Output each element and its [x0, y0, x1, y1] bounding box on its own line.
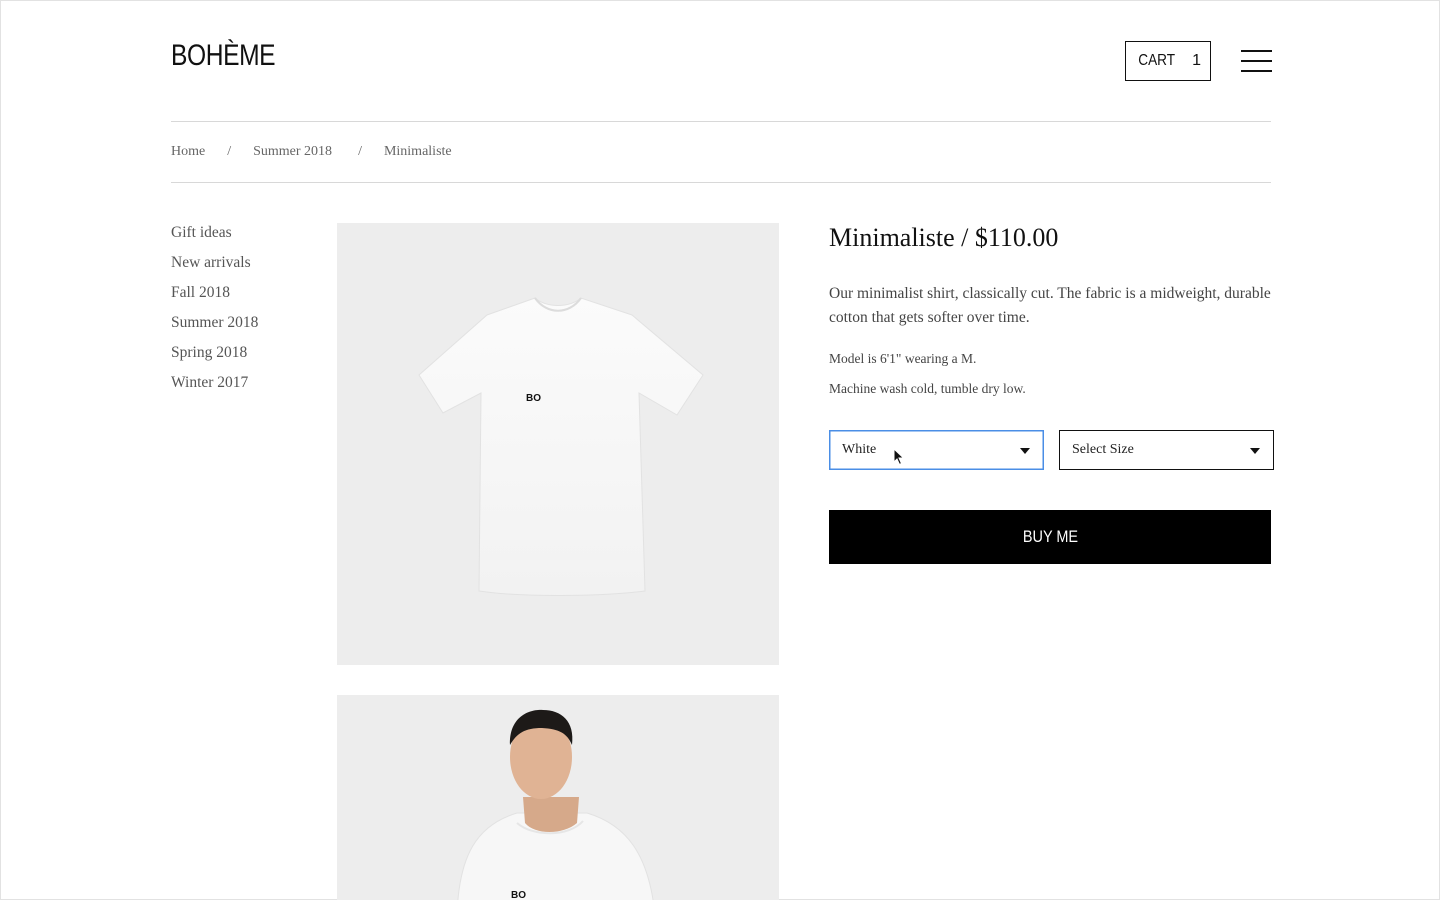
product-image-model[interactable]: BO	[337, 695, 779, 900]
color-select-value: White	[842, 442, 877, 457]
breadcrumb-divider	[171, 182, 1271, 183]
model-image: BO	[457, 709, 654, 900]
care-note: Machine wash cold, tumble dry low.	[829, 381, 1026, 396]
sidebar-item-gift-ideas[interactable]: Gift ideas	[171, 223, 258, 253]
product-description: Our minimalist shirt, classically cut. T…	[829, 285, 1271, 326]
breadcrumb: Home / Summer 2018 / Minimaliste	[171, 144, 452, 160]
model-note: Model is 6'1" wearing a M.	[829, 351, 977, 366]
product-image-flat[interactable]: BO	[337, 223, 779, 665]
logo[interactable]: BOHÈME	[171, 39, 276, 73]
shirt-print: BO	[526, 393, 541, 404]
shirt-print: BO	[511, 890, 526, 900]
sidebar-item-new-arrivals[interactable]: New arrivals	[171, 253, 258, 283]
buy-button[interactable]: BUY ME	[829, 510, 1271, 564]
sidebar-item-winter-2017[interactable]: Winter 2017	[171, 373, 258, 403]
sidebar-item-summer-2018[interactable]: Summer 2018	[171, 313, 258, 343]
sidebar-nav: Gift ideas New arrivals Fall 2018 Summer…	[171, 223, 258, 403]
breadcrumb-home[interactable]: Home	[171, 144, 205, 160]
size-select[interactable]: Select Size	[1059, 430, 1274, 470]
buy-button-label: BUY ME	[1022, 527, 1078, 546]
product-title: Minimaliste / $110.00	[829, 223, 1059, 252]
breadcrumb-separator: /	[358, 144, 362, 159]
sidebar-item-fall-2018[interactable]: Fall 2018	[171, 283, 258, 313]
cart-count: 1	[1192, 52, 1202, 69]
size-select-value: Select Size	[1072, 442, 1134, 457]
cart-button[interactable]: CART 1	[1125, 41, 1211, 81]
tshirt-image: BO	[418, 297, 704, 596]
header-divider	[171, 121, 1271, 122]
breadcrumb-current[interactable]: Minimaliste	[384, 144, 452, 160]
mouse-cursor-icon	[893, 448, 905, 466]
breadcrumb-summer-2018[interactable]: Summer 2018	[253, 144, 332, 160]
menu-icon[interactable]	[1241, 50, 1272, 72]
caret-down-icon	[1020, 448, 1030, 454]
caret-down-icon	[1250, 448, 1260, 454]
breadcrumb-separator: /	[227, 144, 232, 159]
cart-label: CART	[1138, 52, 1175, 69]
sidebar-item-spring-2018[interactable]: Spring 2018	[171, 343, 258, 373]
color-select[interactable]: White	[829, 430, 1044, 470]
